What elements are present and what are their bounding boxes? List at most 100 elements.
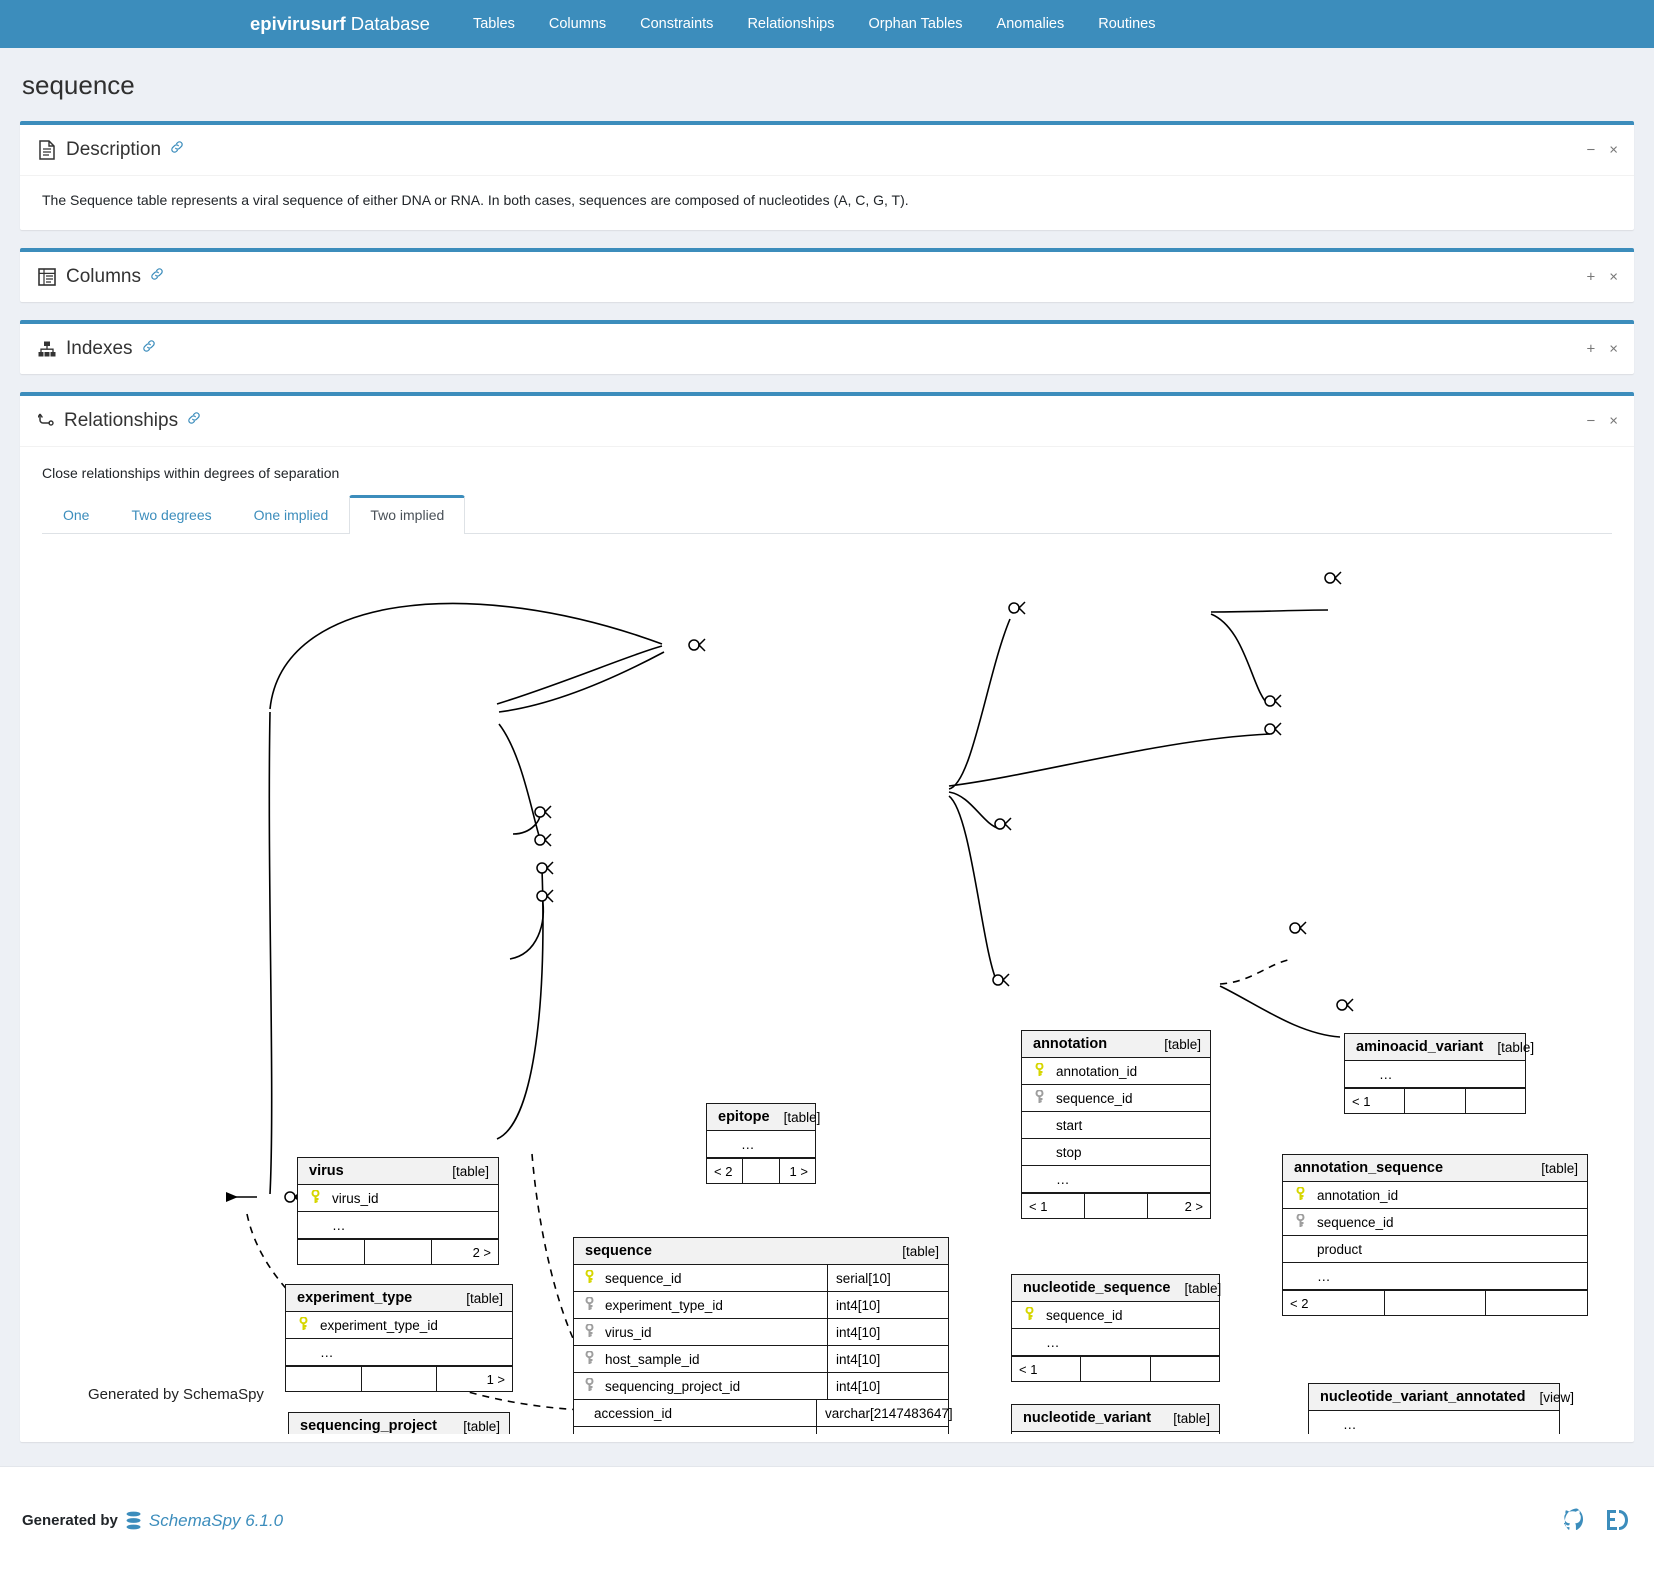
tab-two-implied[interactable]: Two implied	[349, 495, 466, 534]
tab-one-implied[interactable]: One implied	[233, 495, 350, 534]
diagram-column-name: sequence_id	[1056, 1090, 1133, 1106]
diagram-table-sequence[interactable]: sequence [table] sequence_id serial[10] expe…	[573, 1237, 953, 1435]
page-title-area: sequence	[0, 48, 1654, 121]
diagram-table-annotation_sequence[interactable]: annotation_sequence [table] annotation_id s…	[1282, 1154, 1588, 1316]
diagram-table-header: nucleotide_variant [table]	[1012, 1405, 1219, 1432]
indexes-panel-title: Indexes	[66, 338, 133, 359]
expand-button[interactable]: +	[1586, 342, 1595, 357]
nav-link-columns[interactable]: Columns	[532, 0, 623, 48]
expand-button[interactable]: +	[1586, 270, 1595, 285]
diagram-column-row: product	[1283, 1236, 1587, 1263]
primary-key-icon	[584, 1268, 595, 1287]
diagram-column-name: sequence_id	[605, 1270, 682, 1286]
diagram-column-name: sequencing_project_id	[605, 1378, 741, 1394]
diagram-column-name: host_sample_id	[605, 1351, 700, 1367]
diagram-footer-cell: < 1	[1012, 1357, 1082, 1381]
nav-link-tables[interactable]: Tables	[456, 0, 532, 48]
foreign-key-icon	[584, 1322, 595, 1341]
collapse-button[interactable]: −	[1586, 414, 1595, 429]
diagram-table-sequencing_project[interactable]: sequencing_project [table]sequencing_proj…	[288, 1412, 510, 1434]
close-button[interactable]: ×	[1609, 143, 1618, 158]
github-icon[interactable]	[1564, 1508, 1590, 1534]
diagram-column-row: …	[1022, 1166, 1210, 1193]
tab-one[interactable]: One	[42, 495, 110, 534]
diagram-footer-cell: 1 >	[486, 1371, 506, 1387]
schemaspy-logo-icon[interactable]	[1604, 1508, 1632, 1534]
anchor-link-icon[interactable]	[170, 140, 184, 157]
nav-link-routines[interactable]: Routines	[1081, 0, 1172, 48]
diagram-footer-cell	[365, 1240, 432, 1264]
primary-key-icon	[1293, 1185, 1307, 1204]
diagram-table-header: annotation_sequence [table]	[1283, 1155, 1587, 1182]
diagram-table-virus[interactable]: virus [table] virus_id … 2 >	[297, 1157, 499, 1265]
relationships-panel-tools: − ×	[1586, 414, 1618, 429]
diagram-table-aminoacid_variant[interactable]: aminoacid_variant [table] … < 1	[1344, 1033, 1534, 1114]
diagram-table-annotation[interactable]: annotation [table] annotation_id sequence_i…	[1021, 1030, 1211, 1219]
nav-link-anomalies[interactable]: Anomalies	[980, 0, 1082, 48]
diagram-column-type: int4[10]	[827, 1319, 967, 1345]
diagram-table-epitope[interactable]: epitope [table] … < 2 1 >	[706, 1103, 820, 1184]
diagram-table-name: sequence	[585, 1243, 652, 1259]
diagram-table-footer: < 2	[1283, 1290, 1587, 1315]
page-footer: Generated by SchemaSpy 6.1.0	[0, 1466, 1654, 1574]
diagram-column-row: sequence_id	[1022, 1085, 1210, 1112]
diagram-column-row: accession_id varchar[2147483647]	[574, 1400, 953, 1427]
diagram-table-nucleotide_sequence[interactable]: nucleotide_sequence [table] sequence_id … < …	[1011, 1274, 1221, 1382]
nav-link-orphan-tables[interactable]: Orphan Tables	[852, 0, 980, 48]
diagram-column-type: serial[10]	[827, 1265, 967, 1291]
diagram-column-name: accession_id	[594, 1405, 673, 1421]
diagram-table-name: nucleotide_variant	[1023, 1410, 1152, 1426]
diagram-table-footer: 1 >	[286, 1366, 512, 1391]
diagram-footer-cell	[298, 1240, 365, 1264]
diagram-column-row: annotation_id	[1283, 1182, 1587, 1209]
diagram-table-name: virus	[309, 1163, 344, 1179]
diagram-table-nucleotide_variant_annotated[interactable]: nucleotide_variant_annotated [view]…	[1308, 1383, 1574, 1434]
diagram-table-name: epitope	[718, 1109, 770, 1125]
diagram-table-nucleotide_variant[interactable]: nucleotide_variant [table]nucleotide_vari…	[1011, 1404, 1220, 1434]
foreign-key-icon	[584, 1376, 595, 1395]
relationships-diagram[interactable]: epitope [table] … < 2 1 > virus [table] virus_i…	[42, 534, 1612, 1434]
diagram-footer-cell: 1 >	[789, 1163, 808, 1179]
diagram-column-name: annotation_id	[1056, 1063, 1138, 1079]
footer-product-name[interactable]: SchemaSpy 6.1.0	[149, 1511, 283, 1531]
diagram-table-kind: [table]	[1173, 1410, 1210, 1426]
document-icon	[38, 140, 56, 160]
diagram-table-kind: [table]	[902, 1243, 939, 1259]
diagram-table-experiment_type[interactable]: experiment_type [table] experiment_type_id…	[285, 1284, 513, 1392]
relationships-panel: Relationships − × Close relationships wi…	[20, 392, 1634, 1442]
nav-link-relationships[interactable]: Relationships	[730, 0, 851, 48]
diagram-footer-cell	[286, 1367, 362, 1391]
relationships-caption: Close relationships within degrees of se…	[42, 465, 340, 481]
diagram-table-footer: < 2 1 >	[707, 1158, 815, 1183]
anchor-link-icon[interactable]	[142, 339, 156, 356]
diagram-footer-cell	[362, 1367, 438, 1391]
anchor-link-icon[interactable]	[187, 411, 201, 428]
diagram-footer-cell: 2 >	[472, 1244, 491, 1260]
close-button[interactable]: ×	[1609, 270, 1618, 285]
description-panel-title: Description	[66, 139, 162, 160]
diagram-column-name: …	[1056, 1171, 1071, 1187]
collapse-button[interactable]: −	[1586, 143, 1595, 158]
diagram-column-name: alternative_accession_id	[590, 1433, 816, 1435]
tab-two-degrees[interactable]: Two degrees	[110, 495, 232, 534]
diagram-column-row: …	[1012, 1329, 1219, 1356]
diagram-table-name: annotation_sequence	[1294, 1160, 1444, 1176]
indexes-panel-header: Indexes + ×	[20, 324, 1634, 374]
nav-link-constraints[interactable]: Constraints	[623, 0, 730, 48]
diagram-table-name: nucleotide_variant_annotated	[1320, 1389, 1526, 1405]
close-button[interactable]: ×	[1609, 414, 1618, 429]
sitemap-icon	[38, 341, 56, 357]
diagram-footer-cell	[1486, 1291, 1587, 1315]
indexes-panel: Indexes + ×	[20, 320, 1634, 374]
diagram-column-name: product	[1317, 1241, 1363, 1257]
diagram-column-row: …	[707, 1131, 815, 1158]
brand-title[interactable]: epivirusurf Database	[250, 13, 430, 35]
close-button[interactable]: ×	[1609, 342, 1618, 357]
diagram-column-row: sequence_id serial[10]	[574, 1265, 948, 1292]
anchor-link-icon[interactable]	[150, 267, 164, 284]
columns-panel-header: Columns + ×	[20, 252, 1634, 302]
diagram-footer-cell	[1405, 1089, 1466, 1113]
diagram-column-name: …	[1379, 1066, 1394, 1082]
diagram-footer-cell	[1466, 1089, 1525, 1113]
description-text: The Sequence table represents a viral se…	[42, 192, 909, 208]
